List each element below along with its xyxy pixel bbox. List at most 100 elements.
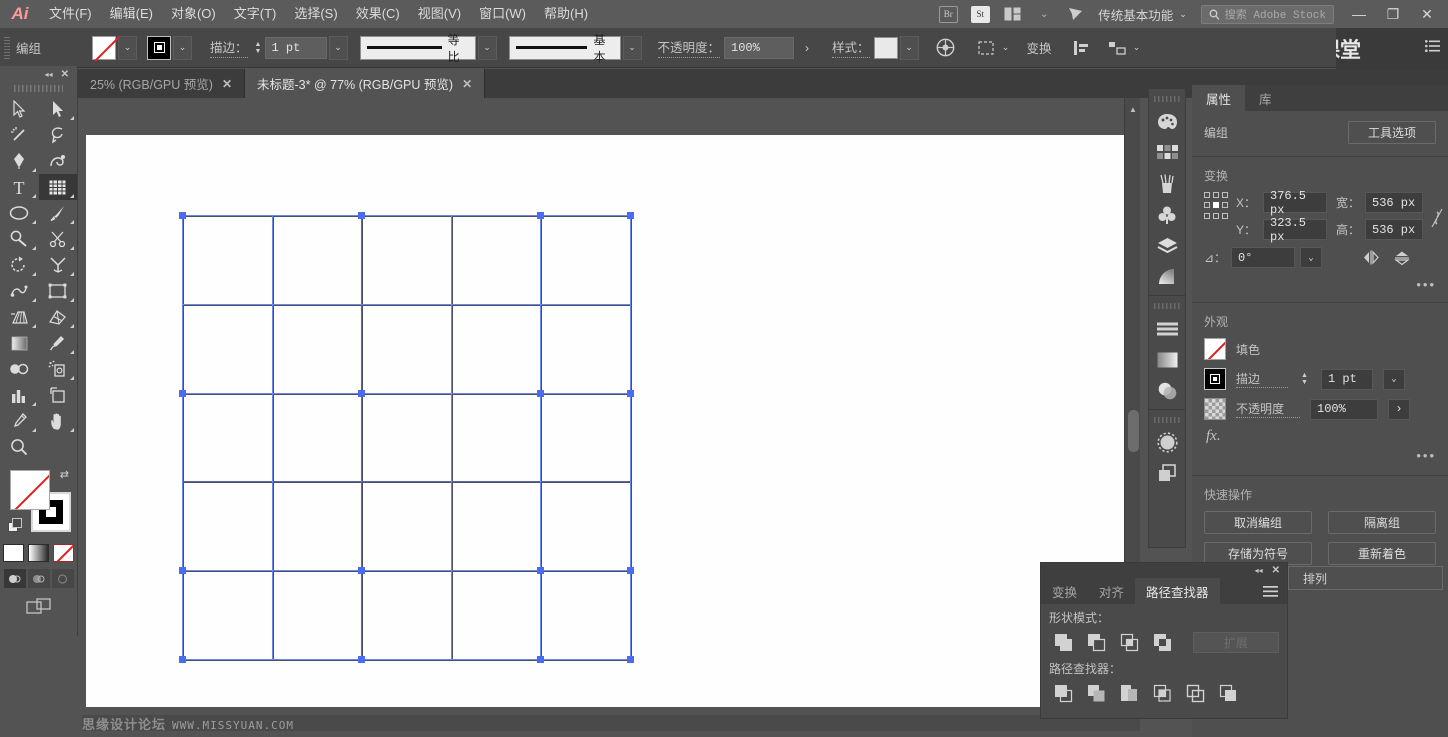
- shaper-tool[interactable]: [0, 226, 39, 252]
- collapse-panel-icon[interactable]: ◂◂: [45, 70, 53, 79]
- scissors-tool[interactable]: [39, 226, 78, 252]
- width-tool[interactable]: [39, 252, 78, 278]
- free-transform-tool[interactable]: [0, 278, 39, 304]
- swatches-panel-icon[interactable]: [1149, 137, 1185, 168]
- divide-icon[interactable]: [1049, 680, 1077, 706]
- stroke-chevron-down-icon[interactable]: ⌄: [173, 36, 192, 60]
- appearance-stroke-chevron-down-icon[interactable]: ⌄: [1383, 369, 1405, 390]
- constrain-proportions-icon[interactable]: [1431, 192, 1443, 228]
- draw-normal-icon[interactable]: [4, 569, 26, 588]
- y-input[interactable]: 323.5 px: [1263, 219, 1327, 240]
- selection-handle[interactable]: [627, 212, 634, 219]
- stroke-weight-input[interactable]: 1 pt: [265, 37, 327, 59]
- tab-pathfinder[interactable]: 路径查找器: [1135, 578, 1220, 604]
- selection-handle[interactable]: [627, 390, 634, 397]
- swap-fill-stroke-icon[interactable]: ⇄: [60, 468, 69, 481]
- ungroup-button[interactable]: 取消编组: [1204, 511, 1312, 534]
- pathfinder-titlebar[interactable]: ◂◂ ✕: [1041, 563, 1287, 578]
- gradient-panel-icon[interactable]: [1149, 261, 1185, 292]
- tab-align[interactable]: 对齐: [1088, 578, 1135, 604]
- none-swatch-button[interactable]: [53, 544, 74, 562]
- selection-handle[interactable]: [179, 567, 186, 574]
- selection-handle[interactable]: [537, 656, 544, 663]
- pen-tool[interactable]: [0, 148, 39, 174]
- arrange-panel-button[interactable]: 排列: [1288, 566, 1443, 590]
- opacity-input[interactable]: 100%: [724, 37, 794, 59]
- selection-handle[interactable]: [537, 390, 544, 397]
- stroke-weight-chevron-down-icon[interactable]: ⌄: [329, 36, 348, 60]
- graphic-style-swatch[interactable]: [874, 37, 898, 59]
- gradient-tool[interactable]: [0, 330, 39, 356]
- select-similar-chevron-down-icon[interactable]: ⌄: [999, 35, 1013, 61]
- fill-none-swatch[interactable]: [10, 470, 50, 510]
- magic-wand-tool[interactable]: [0, 122, 39, 148]
- selection-handle[interactable]: [537, 567, 544, 574]
- fx-button[interactable]: fx.: [1204, 428, 1221, 445]
- artboard[interactable]: [86, 135, 1124, 707]
- appearance-stroke-label[interactable]: 描边: [1236, 370, 1288, 388]
- pathfinder-dock-icon[interactable]: [1149, 427, 1185, 458]
- stock-search-input[interactable]: 搜索 Adobe Stock: [1201, 5, 1334, 24]
- close-panel-icon[interactable]: ✕: [61, 69, 69, 80]
- stroke-weight-stepper[interactable]: ▲▼: [252, 36, 265, 60]
- x-input[interactable]: 376.5 px: [1263, 192, 1327, 213]
- change-screen-mode-icon[interactable]: [0, 597, 77, 616]
- column-graph-tool[interactable]: [0, 382, 39, 408]
- ref-point-mr[interactable]: [1222, 202, 1228, 208]
- height-input[interactable]: 536 px: [1365, 219, 1423, 240]
- direct-selection-tool[interactable]: [39, 96, 78, 122]
- paintbrush-tool[interactable]: [39, 200, 78, 226]
- menu-window[interactable]: 窗口(W): [470, 0, 535, 28]
- trim-icon[interactable]: [1082, 680, 1110, 706]
- dock-group-grip-2[interactable]: [1154, 300, 1180, 311]
- transparency-panel-icon[interactable]: [1149, 344, 1185, 375]
- rectangular-grid-tool[interactable]: [39, 174, 78, 200]
- document-tab-1-close-icon[interactable]: ✕: [222, 77, 232, 91]
- document-tab-2-close-icon[interactable]: ✕: [462, 77, 472, 91]
- appearance-stroke-stepper[interactable]: ▲▼: [1298, 369, 1311, 390]
- vertical-scrollbar-thumb[interactable]: [1128, 410, 1139, 452]
- artboard-tool[interactable]: [39, 382, 78, 408]
- close-button[interactable]: ✕: [1410, 0, 1444, 28]
- selection-handle[interactable]: [358, 656, 365, 663]
- appearance-panel-icon[interactable]: [1149, 375, 1185, 406]
- ref-point-br[interactable]: [1222, 213, 1228, 219]
- rotate-tool[interactable]: [0, 252, 39, 278]
- arrange-documents-icon[interactable]: [999, 3, 1025, 25]
- symbol-sprayer-tool[interactable]: [39, 356, 78, 382]
- ref-point-tr[interactable]: [1222, 192, 1228, 198]
- restore-button[interactable]: ❐: [1376, 0, 1410, 28]
- appearance-opacity-swatch[interactable]: [1204, 398, 1226, 420]
- arrange-chevron-down-icon[interactable]: ⌄: [1031, 3, 1057, 25]
- appearance-more-options-icon[interactable]: •••: [1416, 448, 1436, 463]
- transform-more-options-icon[interactable]: •••: [1416, 277, 1436, 292]
- selection-handle[interactable]: [537, 212, 544, 219]
- expand-button[interactable]: 扩展: [1193, 632, 1279, 653]
- dock-group-grip-1[interactable]: [1154, 93, 1180, 104]
- brushes-panel-icon[interactable]: [1149, 168, 1185, 199]
- flip-vertical-icon[interactable]: [1389, 250, 1415, 266]
- tools-panel-grip[interactable]: [14, 82, 63, 94]
- pathfinder-close-icon[interactable]: ✕: [1272, 565, 1280, 576]
- selection-handle[interactable]: [627, 567, 634, 574]
- slice-tool[interactable]: [0, 408, 39, 434]
- ref-point-center[interactable]: [1213, 202, 1219, 208]
- minus-front-icon[interactable]: [1082, 629, 1112, 655]
- ellipse-tool[interactable]: [0, 200, 39, 226]
- shape-builder-tool[interactable]: [39, 278, 78, 304]
- reference-point-selector[interactable]: [1204, 192, 1228, 220]
- intersect-icon[interactable]: [1115, 629, 1145, 655]
- align-icon[interactable]: [1068, 35, 1094, 61]
- tool-options-button[interactable]: 工具选项: [1348, 121, 1436, 144]
- symbols-panel-icon[interactable]: [1149, 199, 1185, 230]
- hand-tool[interactable]: [39, 408, 78, 434]
- color-swatch-button[interactable]: [3, 544, 24, 562]
- merge-icon[interactable]: [1115, 680, 1143, 706]
- gradient-swatch-button[interactable]: [28, 544, 49, 562]
- stroke-profile-chevron-down-icon[interactable]: ⌄: [478, 36, 497, 60]
- selection-handle[interactable]: [627, 656, 634, 663]
- grid-object[interactable]: [182, 215, 630, 659]
- selection-handle[interactable]: [358, 390, 365, 397]
- appearance-stroke-swatch[interactable]: [1204, 368, 1226, 390]
- blend-tool[interactable]: [0, 356, 39, 382]
